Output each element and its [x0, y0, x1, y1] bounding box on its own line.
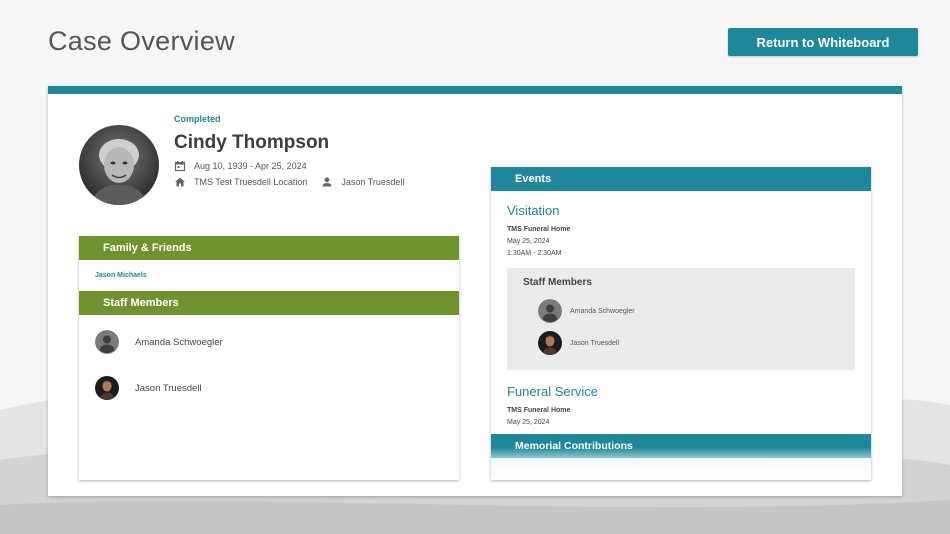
- event-location: TMS Funeral Home: [507, 226, 571, 233]
- staff-name: Amanda Schwoegler: [135, 336, 223, 348]
- life-dates: Aug 10, 1939 - Apr 25, 2024: [194, 161, 307, 171]
- family-friends-header: Family & Friends: [79, 236, 459, 260]
- event-staff-row-amanda[interactable]: Amanda Schwoegler: [538, 299, 635, 323]
- avatar: [95, 376, 119, 400]
- case-status: Completed: [174, 114, 221, 124]
- case-card: Completed Cindy Thompson Aug 10, 1939 - …: [48, 86, 902, 496]
- decedent-name: Cindy Thompson: [174, 132, 330, 153]
- staff-row-jason[interactable]: Jason Truesdell: [95, 376, 202, 400]
- staff-members-header: Staff Members: [79, 291, 459, 315]
- location-name: TMS Test Truesdell Location: [194, 177, 308, 187]
- return-to-whiteboard-button[interactable]: Return to Whiteboard: [728, 28, 918, 56]
- events-header: Events: [491, 167, 871, 191]
- event-date: May 25, 2024: [507, 238, 550, 245]
- staff-name: Amanda Schwoegler: [570, 307, 635, 315]
- card-accent-bar: [48, 86, 902, 94]
- event-title-funeral-service[interactable]: Funeral Service: [507, 384, 598, 399]
- event-meta-funeral-service: TMS Funeral Home May 25, 2024: [507, 405, 570, 429]
- event-time: 1:30AM - 2:30AM: [507, 250, 562, 257]
- memorial-contributions-header[interactable]: Memorial Contributions: [491, 434, 871, 458]
- page-title: Case Overview: [48, 26, 235, 56]
- staff-name: Jason Truesdell: [570, 339, 620, 347]
- event-meta-visitation: TMS Funeral Home May 25, 2024 1:30AM - 2…: [507, 224, 570, 260]
- avatar-placeholder-icon: [538, 299, 562, 323]
- event-staff-row-jason[interactable]: Jason Truesdell: [538, 331, 619, 355]
- decedent-photo: [79, 125, 159, 205]
- calendar-icon: [174, 160, 186, 172]
- event-staff-box: Staff Members Amanda Schwoegler Jason Tr…: [507, 268, 855, 370]
- event-staff-title: Staff Members: [523, 277, 592, 288]
- home-icon: [174, 176, 186, 188]
- dates-row: Aug 10, 1939 - Apr 25, 2024: [174, 160, 321, 172]
- family-staff-panel: Family & Friends Jason Michaels Staff Me…: [79, 236, 459, 480]
- memorial-content-fade: [491, 458, 871, 480]
- person-icon: [321, 176, 333, 188]
- events-panel: Events Visitation TMS Funeral Home May 2…: [491, 167, 871, 480]
- avatar-placeholder-icon: [95, 330, 119, 354]
- staff-row-amanda[interactable]: Amanda Schwoegler: [95, 330, 223, 354]
- event-title-visitation[interactable]: Visitation: [507, 203, 560, 218]
- friend-link[interactable]: Jason Michaels: [79, 260, 459, 291]
- director-name: Jason Truesdell: [341, 177, 405, 187]
- event-location: TMS Funeral Home: [507, 407, 571, 414]
- staff-name: Jason Truesdell: [135, 382, 202, 394]
- avatar: [538, 331, 562, 355]
- location-row: TMS Test Truesdell Location Jason Truesd…: [174, 176, 418, 188]
- event-date: May 25, 2024: [507, 419, 550, 426]
